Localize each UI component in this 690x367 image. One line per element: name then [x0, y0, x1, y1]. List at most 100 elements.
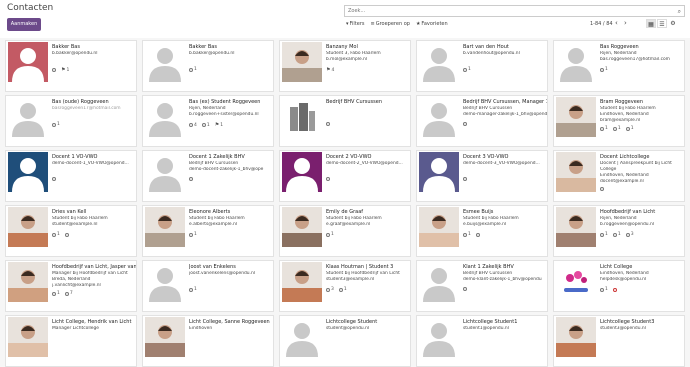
contact-card[interactable]: Lichtcollege Student3 student3@opendu.nl: [553, 315, 685, 367]
contact-card[interactable]: Joost van Enkelens joost.vanenkelens@open…: [142, 260, 274, 312]
meta-item[interactable]: ⚑ 1: [215, 122, 223, 128]
meta-item[interactable]: [600, 187, 604, 191]
meta-item[interactable]: 1: [600, 67, 608, 72]
contact-card[interactable]: Docent 3 VO-VWO demo-docent-3_VO-VWO@open…: [416, 150, 548, 202]
meta-item[interactable]: [612, 287, 617, 292]
contact-detail-line: e.buijs@example.nl: [463, 222, 507, 227]
contact-card[interactable]: Docent 1 VO-VWO demo-docent-1_VO-VWO@open…: [5, 150, 137, 202]
meta-item[interactable]: [326, 122, 330, 126]
filters-button[interactable]: ▾Filters: [346, 21, 365, 27]
contact-card[interactable]: Bas (ex) Student Roggeveen Rijen, Nederla…: [142, 95, 274, 147]
contact-card[interactable]: Docent Lichtcollege Docent | Aanspreekpun…: [553, 150, 685, 202]
meta-count: 1: [57, 232, 60, 237]
meta-item[interactable]: [463, 177, 467, 181]
contact-card[interactable]: Docent 1 Zakelijk BHV Bedrijf BHV Cursuss…: [142, 150, 274, 202]
contact-card[interactable]: Docent 2 VO-VWO demo-docent-2_VO-VWO@open…: [279, 150, 411, 202]
meta-item[interactable]: [64, 232, 69, 237]
search-bar[interactable]: Zoek... ⌕: [344, 5, 685, 17]
avatar: [556, 42, 596, 82]
activity-icon: ⚑: [214, 122, 220, 128]
contact-detail-line: b.roggeveen+sister@opendu.nl: [189, 112, 259, 117]
meta-item[interactable]: ⚑ 4: [326, 67, 334, 73]
meta-item[interactable]: [52, 67, 56, 73]
meta-item[interactable]: 3: [326, 287, 334, 292]
contact-card[interactable]: Licht College, Sanne Roggeveen Eindhoven: [142, 315, 274, 367]
meta-item[interactable]: 3: [625, 232, 634, 237]
contact-card[interactable]: Klant 1 Zakelijk BHV Bedrijf BHV Cursusse…: [416, 260, 548, 312]
contact-card[interactable]: Bas (oude) Roggeveen basroggeveen17@hotma…: [5, 95, 137, 147]
settings-icon[interactable]: ⚙: [668, 19, 678, 28]
meta-item[interactable]: 1: [625, 126, 634, 131]
contact-card[interactable]: Eleonore Alberts Student bij Fabo Haarlem…: [142, 205, 274, 257]
meta-item[interactable]: 1: [326, 232, 334, 237]
avatar: [8, 42, 48, 82]
contact-card[interactable]: Bram Roggeveen Student bij Fabo Haarlem Ei…: [553, 95, 685, 147]
contact-card[interactable]: Bart van den Hout b.vandenhout@opendu.nl 1: [416, 40, 548, 92]
list-view-icon[interactable]: ☰: [657, 19, 667, 28]
meta-item[interactable]: [189, 177, 193, 181]
meta-item[interactable]: 1: [600, 126, 608, 131]
meta-item[interactable]: 1: [600, 287, 608, 292]
contact-card[interactable]: Klaas Houtman | Student 3 Student bij Hoo…: [279, 260, 411, 312]
clock-icon: [625, 232, 630, 237]
activity-overdue-icon: [612, 287, 617, 292]
contact-card[interactable]: Lichtcollege Student1 student1@opendu.nl: [416, 315, 548, 367]
card-footer: [463, 177, 467, 181]
search-input[interactable]: Zoek...: [348, 8, 365, 14]
group-by-button[interactable]: ≡Groeperen op: [371, 21, 410, 27]
meta-item[interactable]: 1: [612, 232, 621, 237]
contact-card[interactable]: Bakker Bas b.bakker@opendu.nl 1: [142, 40, 274, 92]
meta-item[interactable]: 1: [338, 287, 347, 292]
contact-detail-line: bram@example.nl: [600, 118, 641, 123]
avatar: [145, 317, 185, 357]
meta-item[interactable]: 1: [612, 126, 621, 131]
meta-item[interactable]: 1: [189, 232, 197, 237]
new-button[interactable]: Aanmaken: [7, 18, 41, 31]
contact-card[interactable]: Licht College, Hendrik van Licht Manager …: [5, 315, 137, 367]
contact-card[interactable]: Dries van Kell Student bij Fabo Haarlem st…: [5, 205, 137, 257]
meta-item[interactable]: [463, 122, 467, 126]
contact-card[interactable]: Bedrijf BHV Cursussen, Manager 1 Zakelij…: [416, 95, 548, 147]
meta-item[interactable]: [475, 232, 480, 237]
meta-item[interactable]: 1: [52, 232, 60, 237]
kanban-view-icon[interactable]: ▦: [646, 19, 656, 28]
contact-card[interactable]: Hoofdbedrijf van Licht, Jasper van Licht…: [5, 260, 137, 312]
avatar: [556, 152, 596, 192]
meta-item[interactable]: [52, 177, 56, 181]
contact-card[interactable]: Bakker Bas b.bakker@opendu.nl ⚑ 1: [5, 40, 137, 92]
meta-item[interactable]: 1: [52, 122, 60, 127]
meta-item[interactable]: ⚑ 1: [61, 67, 69, 73]
meta-item[interactable]: 1: [463, 232, 471, 237]
contact-detail-line: docent@example.nl: [600, 179, 644, 184]
search-icon[interactable]: ⌕: [678, 8, 681, 16]
meta-count: 1: [617, 232, 621, 237]
meta-item[interactable]: 1: [600, 232, 608, 237]
next-page-icon[interactable]: ›: [624, 19, 627, 27]
meta-item[interactable]: 1: [52, 291, 60, 296]
meta-item[interactable]: 1: [201, 122, 210, 128]
prev-page-icon[interactable]: ‹: [615, 19, 618, 27]
contact-card[interactable]: Hoofdbedrijf van Licht Rijen, Nederland b.…: [553, 205, 685, 257]
clock-icon: [189, 232, 193, 237]
pager-value[interactable]: 1-84 / 84: [590, 21, 613, 27]
contact-card[interactable]: Bas Roggeveen Rijen, Nederland bas.roggeve…: [553, 40, 685, 92]
contact-card[interactable]: Esmee Buijs Student bij Fabo Haarlem e.bui…: [416, 205, 548, 257]
meta-count: 1: [605, 287, 608, 292]
meta-item[interactable]: 1: [463, 67, 471, 72]
meta-item[interactable]: [463, 287, 467, 291]
meta-item[interactable]: 1: [189, 287, 197, 292]
avatar: [556, 262, 596, 302]
contact-card[interactable]: Bedrijf BHV Cursussen: [279, 95, 411, 147]
avatar: [282, 42, 322, 82]
contact-card[interactable]: Banzany Mol Student 3, Fabo Haarlem b.mol@…: [279, 40, 411, 92]
meta-item[interactable]: 1: [189, 67, 197, 72]
favorites-button[interactable]: ★Favorieten: [416, 21, 448, 27]
clock-icon: [326, 177, 330, 181]
contact-card[interactable]: Emily de Graaf Student bij Fabo Haarlem e.…: [279, 205, 411, 257]
card-footer: 1: [189, 67, 197, 72]
contact-card[interactable]: Licht College Eindhoven, Nederland helpdes…: [553, 260, 685, 312]
contact-card[interactable]: Lichtcollege Student student@opendu.nl: [279, 315, 411, 367]
meta-item[interactable]: 7: [64, 291, 73, 296]
meta-item[interactable]: [326, 177, 330, 181]
meta-item[interactable]: 4: [189, 122, 197, 128]
